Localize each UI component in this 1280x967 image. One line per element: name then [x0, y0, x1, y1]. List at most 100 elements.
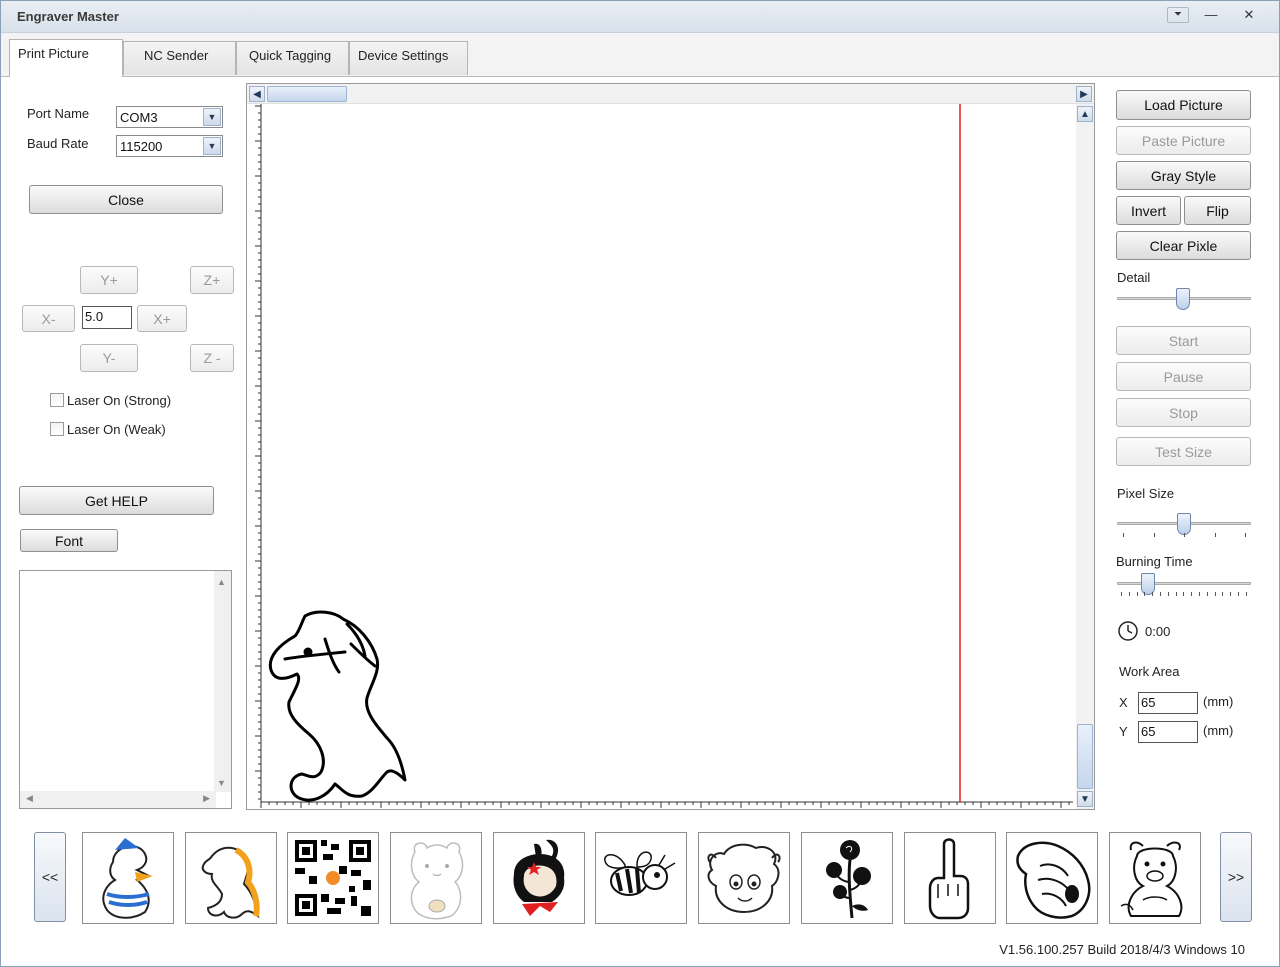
slider-tick — [1128, 592, 1130, 596]
slider-tick — [1144, 592, 1146, 596]
sheep-icon — [707, 843, 781, 914]
close-port-button[interactable]: Close — [29, 185, 223, 214]
laser-weak-checkbox[interactable] — [50, 422, 64, 436]
gallery-item-bull[interactable] — [1109, 832, 1201, 924]
burning-time-slider-track[interactable] — [1117, 582, 1251, 585]
qr-code-icon — [295, 840, 371, 916]
work-area-x-input[interactable]: 65 — [1138, 692, 1198, 714]
slider-tick — [1214, 592, 1216, 596]
z-minus-button[interactable]: Z - — [190, 344, 234, 372]
arrow-up-icon[interactable]: ▲ — [1077, 106, 1093, 122]
arrow-right-icon[interactable]: ▶ — [203, 793, 210, 804]
tab-print-picture[interactable]: Print Picture — [9, 39, 123, 77]
y-plus-button[interactable]: Y+ — [80, 266, 138, 294]
listbox-horizontal-scrollbar[interactable]: ◀ ▶ — [20, 791, 216, 808]
port-name-select[interactable]: COM3 ▼ — [116, 106, 223, 128]
x-minus-button[interactable]: X- — [22, 305, 75, 332]
arrow-down-icon[interactable]: ▼ — [1077, 791, 1093, 807]
baud-rate-select[interactable]: 115200 ▼ — [116, 135, 223, 157]
canvas-horizontal-scrollbar[interactable]: ◀ ▶ — [247, 84, 1094, 104]
app-window: Engraver Master ⏷ — ✕ Print Picture NC S… — [0, 0, 1280, 967]
load-picture-button[interactable]: Load Picture — [1116, 90, 1251, 120]
minimize-button[interactable]: — — [1197, 7, 1225, 25]
gallery-item-middle-finger[interactable] — [904, 832, 996, 924]
duck-icon — [102, 838, 153, 919]
left-ruler — [255, 104, 262, 802]
paste-picture-button[interactable]: Paste Picture — [1116, 126, 1251, 155]
pixel-size-slider-thumb[interactable] — [1177, 513, 1191, 535]
close-window-button[interactable]: ✕ — [1235, 7, 1263, 25]
baud-rate-label: Baud Rate — [27, 136, 89, 151]
slider-tick — [1160, 592, 1161, 596]
get-help-button[interactable]: Get HELP — [19, 486, 214, 515]
gallery-item-bee[interactable] — [595, 832, 687, 924]
chevron-down-icon[interactable]: ▼ — [203, 108, 221, 126]
bear-icon — [410, 842, 464, 920]
vertical-scroll-thumb[interactable] — [1077, 724, 1093, 789]
pixel-size-label: Pixel Size — [1117, 486, 1175, 501]
slider-tick — [1136, 592, 1138, 596]
gallery-item-rose[interactable] — [801, 832, 893, 924]
font-button[interactable]: Font — [20, 529, 118, 552]
step-input[interactable]: 5.0 — [82, 306, 132, 329]
work-area-label: Work Area — [1119, 664, 1180, 679]
invert-button[interactable]: Invert — [1116, 196, 1181, 225]
gallery-item-duck[interactable] — [82, 832, 174, 924]
restore-button[interactable]: ⏷ — [1167, 7, 1189, 23]
slider-tick — [1183, 592, 1185, 596]
detail-slider-thumb[interactable] — [1176, 288, 1190, 310]
hand-gesture-icon — [928, 838, 970, 920]
y-minus-button[interactable]: Y- — [80, 344, 138, 372]
arrow-right-icon[interactable]: ▶ — [1076, 86, 1092, 102]
pointing-hand-icon — [1016, 841, 1091, 919]
tab-device-settings[interactable]: Device Settings — [349, 41, 468, 75]
test-size-button[interactable]: Test Size — [1116, 437, 1251, 466]
arrow-up-icon[interactable]: ▲ — [217, 577, 226, 587]
pony-icon — [201, 846, 260, 919]
window-title: Engraver Master — [17, 9, 119, 24]
clear-pixle-button[interactable]: Clear Pixle — [1116, 231, 1251, 260]
gallery-prev-button[interactable]: << — [34, 832, 66, 922]
arrow-left-icon[interactable]: ◀ — [249, 86, 265, 102]
work-area-y-input[interactable]: 65 — [1138, 721, 1198, 743]
work-area-x-unit: (mm) — [1203, 694, 1234, 709]
text-listbox[interactable]: ▲ ▼ ◀ ▶ — [19, 570, 232, 809]
detail-label: Detail — [1117, 270, 1151, 285]
gallery-next-button[interactable]: >> — [1220, 832, 1252, 922]
gray-style-button[interactable]: Gray Style — [1116, 161, 1251, 190]
arrow-left-icon[interactable]: ◀ — [26, 793, 33, 804]
gallery-item-qr-code[interactable] — [287, 832, 379, 924]
slider-tick — [1199, 592, 1200, 596]
engrave-canvas[interactable]: ◀ ▶ ▲ ▼ — [246, 83, 1095, 810]
pause-button[interactable]: Pause — [1116, 362, 1251, 391]
port-name-label: Port Name — [27, 106, 90, 121]
z-plus-button[interactable]: Z+ — [190, 266, 234, 294]
slider-tick — [1191, 592, 1193, 596]
arrow-down-icon[interactable]: ▼ — [217, 778, 226, 788]
slider-tick — [1167, 592, 1169, 596]
gallery-item-pony[interactable] — [185, 832, 277, 924]
chevron-down-icon[interactable]: ▼ — [203, 137, 221, 155]
bottom-ruler — [260, 801, 1073, 808]
burning-time-label: Burning Time — [1116, 554, 1193, 569]
gallery-item-sheep[interactable] — [698, 832, 790, 924]
work-area-x-label: X — [1119, 695, 1128, 710]
listbox-vertical-scrollbar[interactable]: ▲ ▼ — [214, 571, 231, 792]
tab-quick-tagging[interactable]: Quick Tagging — [236, 41, 349, 75]
tab-nc-sender[interactable]: NC Sender — [123, 41, 236, 75]
flip-button[interactable]: Flip — [1184, 196, 1251, 225]
start-button[interactable]: Start — [1116, 326, 1251, 355]
slider-tick — [1245, 533, 1246, 537]
slider-tick — [1214, 533, 1216, 537]
gallery-item-bunny-girl[interactable] — [493, 832, 585, 924]
pony-drawing — [268, 610, 407, 802]
laser-strong-checkbox[interactable] — [50, 393, 64, 407]
bee-icon — [604, 851, 676, 896]
gallery-item-pointing-hand[interactable] — [1006, 832, 1098, 924]
canvas-vertical-scrollbar[interactable]: ▲ ▼ — [1076, 104, 1094, 809]
stop-button[interactable]: Stop — [1116, 398, 1251, 427]
title-bar: Engraver Master ⏷ — ✕ — [1, 1, 1279, 33]
x-plus-button[interactable]: X+ — [137, 305, 187, 332]
gallery-item-bear[interactable] — [390, 832, 482, 924]
horizontal-scroll-thumb[interactable] — [267, 86, 347, 102]
